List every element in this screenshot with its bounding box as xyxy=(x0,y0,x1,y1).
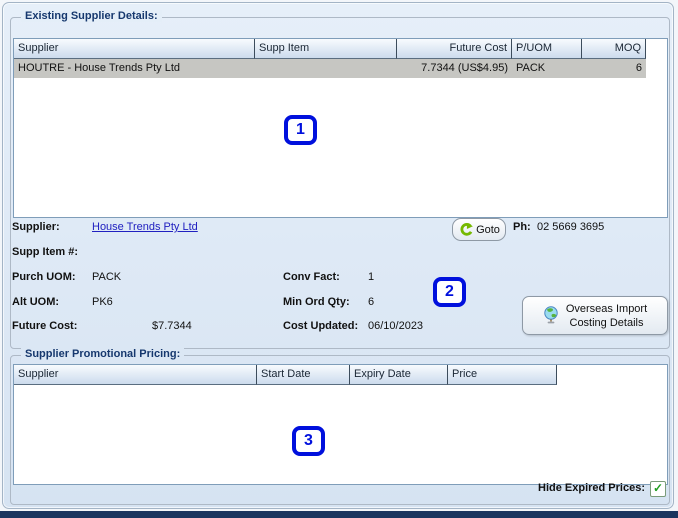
overseas-import-button[interactable]: Overseas Import Costing Details xyxy=(522,296,668,335)
promo-table-header-row: Supplier Start Date Expiry Date Price xyxy=(14,365,667,385)
min-ord-qty-value: 6 xyxy=(368,296,375,308)
callout-badge-2: 2 xyxy=(433,277,466,307)
column-header-start-date[interactable]: Start Date xyxy=(257,365,350,385)
supp-item-number-label: Supp Item #: xyxy=(12,246,79,258)
globe-icon xyxy=(543,306,559,325)
supplier-table-row[interactable]: HOUTRE - House Trends Pty Ltd 7.7344 (US… xyxy=(14,59,667,78)
cell-supplier: HOUTRE - House Trends Pty Ltd xyxy=(14,59,255,78)
cell-puom: PACK xyxy=(512,59,582,78)
checkmark-icon: ✓ xyxy=(652,481,664,495)
overseas-import-button-label: Overseas Import Costing Details xyxy=(565,302,648,329)
cost-updated-value: 06/10/2023 xyxy=(368,320,424,332)
conv-fact-label: Conv Fact: xyxy=(283,271,340,283)
purch-uom-value: PACK xyxy=(92,271,122,283)
supplier-details-screen: Existing Supplier Details: Supplier Supp… xyxy=(0,0,678,518)
future-cost-label: Future Cost: xyxy=(12,320,78,332)
callout-badge-1: 1 xyxy=(284,115,317,145)
phone-label: Ph: xyxy=(513,221,531,233)
column-header-moq[interactable]: MOQ xyxy=(582,39,646,59)
cell-future-cost: 7.7344 (US$4.95) xyxy=(397,59,512,78)
main-panel: Existing Supplier Details: Supplier Supp… xyxy=(2,2,674,509)
phone-number: 02 5669 3695 xyxy=(537,221,605,233)
column-header-supp-item[interactable]: Supp Item xyxy=(255,39,397,59)
cell-moq: 6 xyxy=(582,59,646,78)
cost-updated-label: Cost Updated: xyxy=(283,320,359,332)
callout-badge-3: 3 xyxy=(292,426,325,456)
min-ord-qty-label: Min Ord Qty: xyxy=(283,296,350,308)
column-header-supplier[interactable]: Supplier xyxy=(14,39,255,59)
column-header-future-cost[interactable]: Future Cost xyxy=(397,39,512,59)
supplier-link[interactable]: House Trends Pty Ltd xyxy=(92,221,198,233)
column-header-puom[interactable]: P/UOM xyxy=(512,39,582,59)
goto-arrow-icon xyxy=(458,223,473,236)
goto-button-label: Goto xyxy=(476,223,500,236)
hide-expired-prices-label: Hide Expired Prices: xyxy=(538,482,645,494)
hide-expired-checkbox[interactable]: ✓ xyxy=(650,481,666,497)
purch-uom-label: Purch UOM: xyxy=(12,271,76,283)
column-header-expiry-date[interactable]: Expiry Date xyxy=(350,365,448,385)
alt-uom-value: PK6 xyxy=(92,296,113,308)
column-header-promo-supplier[interactable]: Supplier xyxy=(14,365,257,385)
existing-supplier-details-title: Existing Supplier Details: xyxy=(21,10,162,22)
conv-fact-value: 1 xyxy=(368,271,375,283)
promotional-pricing-table: Supplier Start Date Expiry Date Price xyxy=(13,364,668,485)
future-cost-value: $7.7344 xyxy=(152,320,192,332)
cell-supp-item xyxy=(255,59,397,78)
bottom-window-edge xyxy=(0,511,678,518)
existing-table-header-row: Supplier Supp Item Future Cost P/UOM MOQ xyxy=(14,39,667,59)
existing-supplier-table: Supplier Supp Item Future Cost P/UOM MOQ… xyxy=(13,38,668,218)
supplier-label: Supplier: xyxy=(12,221,60,233)
goto-button[interactable]: Goto xyxy=(452,218,506,241)
column-header-price[interactable]: Price xyxy=(448,365,557,385)
promotional-pricing-title: Supplier Promotional Pricing: xyxy=(21,348,185,360)
alt-uom-label: Alt UOM: xyxy=(12,296,60,308)
